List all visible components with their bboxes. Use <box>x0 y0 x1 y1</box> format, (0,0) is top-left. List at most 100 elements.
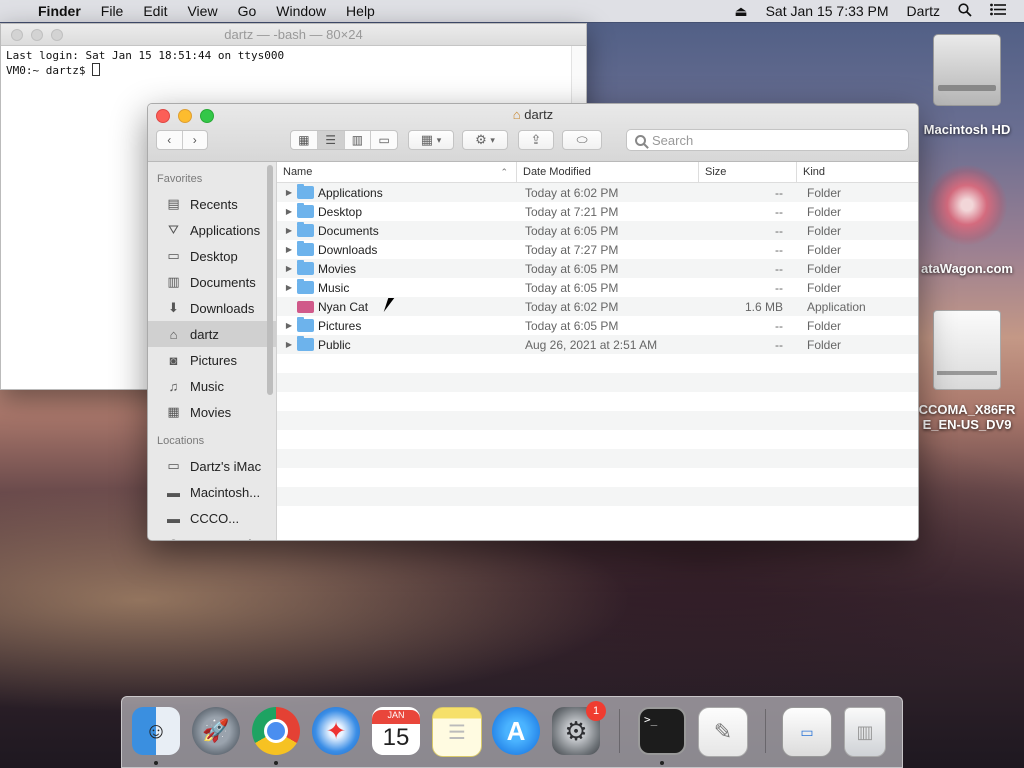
disclosure-triangle-icon[interactable]: ▶ <box>281 340 297 349</box>
terminal-titlebar[interactable]: dartz — -bash — 80×24 <box>1 24 586 46</box>
folder-icon <box>297 279 314 294</box>
sidebar-item-label: Downloads <box>190 300 255 316</box>
dock-app-store-icon[interactable]: A <box>492 707 540 755</box>
icon-view-button[interactable]: ▦ <box>291 131 318 149</box>
spotlight-search-icon[interactable] <box>949 2 981 20</box>
back-button[interactable]: ‹ <box>157 131 183 149</box>
table-row[interactable]: ▶ Desktop Today at 7:21 PM -- Folder <box>277 202 918 221</box>
forward-button[interactable]: › <box>183 131 208 149</box>
sidebar-item-locations-3[interactable]: ◎ Remote Di... <box>148 531 276 540</box>
file-date: Today at 6:05 PM <box>525 318 619 333</box>
file-kind: Folder <box>807 280 842 295</box>
sidebar-item-favorites-3[interactable]: ▥ Documents <box>148 269 276 295</box>
dock-separator <box>619 709 620 753</box>
share-button[interactable]: ⇪ <box>518 130 554 150</box>
menu-go[interactable]: Go <box>228 3 267 19</box>
sidebar-item-locations-2[interactable]: ▬ CCCO... <box>148 505 276 531</box>
sidebar-item-favorites-4[interactable]: ⬇ Downloads <box>148 295 276 321</box>
disclosure-triangle-icon[interactable]: ▶ <box>281 283 297 292</box>
sidebar-item-locations-1[interactable]: ▬ Macintosh... <box>148 479 276 505</box>
desktop-icon-macintosh-hd[interactable]: Macintosh HD <box>912 34 1022 137</box>
finder-sidebar[interactable]: Favorites ▤ Recents ⛛ Applications ▭ Des… <box>148 162 277 540</box>
disclosure-triangle-icon[interactable]: ▶ <box>281 264 297 273</box>
film-icon: ▦ <box>167 404 180 419</box>
dock-safari-icon[interactable]: ✦ <box>312 707 360 755</box>
app-menu-finder[interactable]: Finder <box>28 3 91 19</box>
disclosure-triangle-icon[interactable]: ▶ <box>281 321 297 330</box>
terminal-login-line: Last login: Sat Jan 15 18:51:44 on ttys0… <box>6 49 285 62</box>
sidebar-scrollbar[interactable] <box>267 165 273 395</box>
menu-view[interactable]: View <box>177 3 227 19</box>
dock-trash-icon[interactable]: ▥ <box>844 707 886 757</box>
finder-window[interactable]: ⌂ dartz ‹ › ▦ ☰ ▥ ▭ ▦ ▾ ⚙ ▾ ⇪ ⬭ Search F… <box>147 103 919 541</box>
dock-notes-icon[interactable]: ☰ <box>432 707 482 757</box>
sidebar-item-locations-0[interactable]: ▭ Dartz's iMac <box>148 453 276 479</box>
dock-launchpad-icon[interactable]: 🚀 <box>192 707 240 755</box>
file-size: -- <box>775 280 783 295</box>
group-by-button[interactable]: ▦ ▾ <box>408 130 454 150</box>
dock-textedit-icon[interactable]: ✎ <box>698 707 748 757</box>
column-header-date[interactable]: Date Modified <box>517 162 699 182</box>
disclosure-triangle-icon[interactable]: ▶ <box>281 207 297 216</box>
dock-chrome-icon[interactable] <box>252 707 300 755</box>
running-indicator <box>274 761 278 765</box>
dock-finder-icon[interactable]: ☺ <box>132 707 180 755</box>
menubar-user[interactable]: Dartz <box>898 3 949 19</box>
grid-icon: ▦ <box>420 132 434 147</box>
dock-calendar-icon[interactable]: JAN 15 <box>372 707 420 755</box>
dock-system-preferences-icon[interactable]: ⚙ 1 <box>552 701 606 755</box>
sidebar-item-label: Recents <box>190 196 238 212</box>
sidebar-item-label: Documents <box>190 274 256 290</box>
sidebar-item-favorites-7[interactable]: ♫ Music <box>148 373 276 399</box>
sidebar-item-favorites-0[interactable]: ▤ Recents <box>148 191 276 217</box>
disclosure-triangle-icon[interactable]: ▶ <box>281 226 297 235</box>
disclosure-triangle-icon[interactable]: ▶ <box>281 188 297 197</box>
camera-icon: ◙ <box>169 352 178 368</box>
table-row[interactable]: ▶ Music Today at 6:05 PM -- Folder <box>277 278 918 297</box>
tag-button[interactable]: ⬭ <box>562 130 602 150</box>
terminal-prompt: VM0:~ dartz$ <box>6 64 93 77</box>
table-row[interactable]: Nyan Cat Today at 6:02 PM 1.6 MB Applica… <box>277 297 918 316</box>
list-view-button[interactable]: ☰ <box>317 131 345 149</box>
table-row[interactable]: ▶ Public Aug 26, 2021 at 2:51 AM -- Fold… <box>277 335 918 354</box>
menu-file[interactable]: File <box>91 3 134 19</box>
action-button[interactable]: ⚙ ▾ <box>462 130 508 150</box>
rocket-icon: 🚀 <box>202 718 230 743</box>
dock-terminal-icon[interactable]: >_ <box>638 707 686 755</box>
notification-center-icon[interactable] <box>981 3 1024 19</box>
menu-window[interactable]: Window <box>266 3 336 19</box>
table-row[interactable]: ▶ Applications Today at 6:02 PM -- Folde… <box>277 183 918 202</box>
table-row[interactable]: ▶ Movies Today at 6:05 PM -- Folder <box>277 259 918 278</box>
menu-help[interactable]: Help <box>336 3 385 19</box>
sidebar-item-favorites-1[interactable]: ⛛ Applications <box>148 217 276 243</box>
table-row[interactable]: ▶ Documents Today at 6:05 PM -- Folder <box>277 221 918 240</box>
column-header-kind[interactable]: Kind <box>797 162 909 182</box>
desktop-icon-disc[interactable]: CCOMA_X86FR E_EN-US_DV9 <box>912 310 1022 432</box>
sidebar-item-label: Desktop <box>190 248 238 264</box>
column-view-button[interactable]: ▥ <box>345 131 372 149</box>
desktop-icon-web[interactable]: ataWagon.com <box>912 165 1022 276</box>
disclosure-triangle-icon[interactable]: ▶ <box>281 245 297 254</box>
menubar-clock[interactable]: Sat Jan 15 7:33 PM <box>757 3 898 19</box>
table-row[interactable]: ▶ Pictures Today at 6:05 PM -- Folder <box>277 316 918 335</box>
sidebar-item-favorites-2[interactable]: ▭ Desktop <box>148 243 276 269</box>
column-header-size[interactable]: Size <box>699 162 797 182</box>
empty-row <box>277 373 918 392</box>
sidebar-item-favorites-5[interactable]: ⌂ dartz <box>148 321 276 347</box>
finder-toolbar[interactable]: ⌂ dartz ‹ › ▦ ☰ ▥ ▭ ▦ ▾ ⚙ ▾ ⇪ ⬭ Search <box>148 104 918 162</box>
webloc-icon <box>927 165 1007 245</box>
terminal-output[interactable]: Last login: Sat Jan 15 18:51:44 on ttys0… <box>1 46 586 81</box>
file-date: Today at 6:05 PM <box>525 280 619 295</box>
gallery-view-button[interactable]: ▭ <box>371 131 397 149</box>
desktop-icon-label: CCOMA_X86FR <box>918 402 1016 417</box>
sidebar-item-favorites-8[interactable]: ▦ Movies <box>148 399 276 425</box>
menu-edit[interactable]: Edit <box>133 3 177 19</box>
eject-icon[interactable]: ⏏ <box>725 3 756 20</box>
dock-chrome-apps-folder-icon[interactable]: ▭ <box>782 707 832 757</box>
search-field[interactable]: Search <box>626 129 909 151</box>
table-row[interactable]: ▶ Downloads Today at 7:27 PM -- Folder <box>277 240 918 259</box>
desktop-icon-label: E_EN-US_DV9 <box>922 417 1012 432</box>
file-list[interactable]: Name ⌃ Date Modified Size Kind ▶ Applicat… <box>277 162 918 540</box>
sidebar-item-favorites-6[interactable]: ◙ Pictures <box>148 347 276 373</box>
column-header-name[interactable]: Name ⌃ <box>277 162 517 182</box>
